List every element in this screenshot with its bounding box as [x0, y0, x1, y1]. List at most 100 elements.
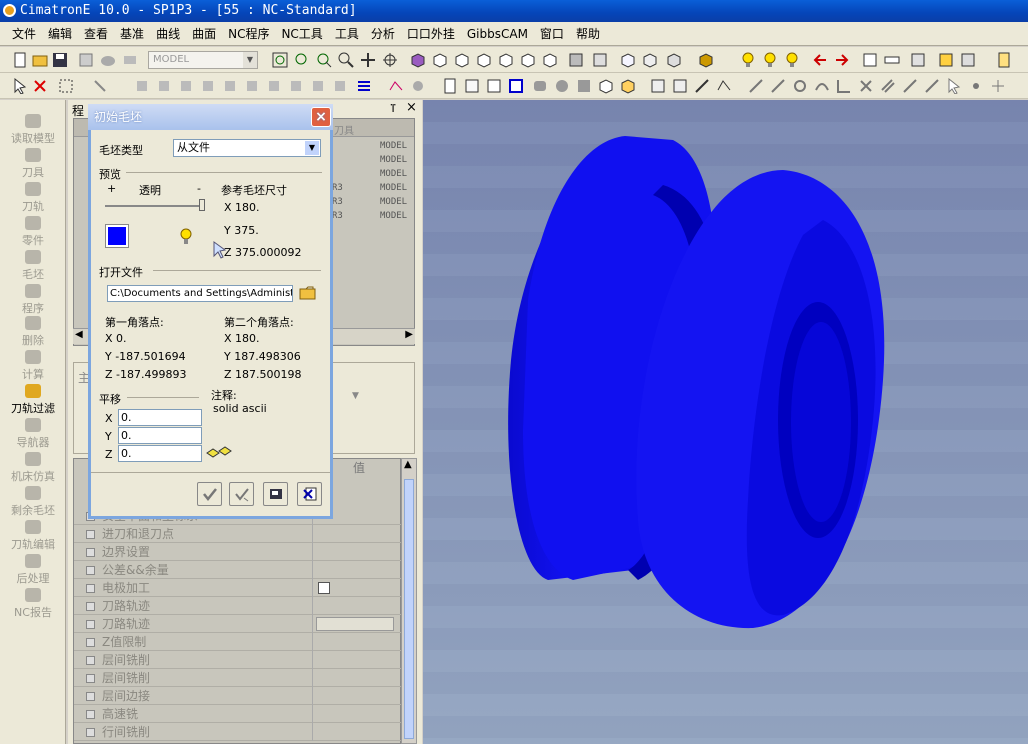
- list-icon[interactable]: [356, 78, 372, 94]
- translate-y-input[interactable]: 0.: [118, 427, 202, 444]
- shape-d-icon[interactable]: [620, 78, 636, 94]
- remaining-stock-item[interactable]: 剩余毛坯: [0, 486, 66, 518]
- grid-icon[interactable]: [78, 52, 94, 68]
- table-row[interactable]: 层间铣削: [74, 669, 402, 687]
- table-row[interactable]: Z值限制: [74, 633, 402, 651]
- grid-b-icon[interactable]: [650, 78, 666, 94]
- cursor-icon[interactable]: [12, 78, 28, 94]
- tool-h-icon[interactable]: [288, 78, 304, 94]
- line-icon[interactable]: [748, 78, 764, 94]
- tool-d-icon[interactable]: [200, 78, 216, 94]
- read-model-item[interactable]: 读取模型: [0, 114, 66, 146]
- select-filter-icon[interactable]: [938, 52, 954, 68]
- layer-icon[interactable]: [862, 52, 878, 68]
- view-bottom-icon[interactable]: [542, 52, 558, 68]
- stock-type-select[interactable]: 从文件 ▼: [173, 139, 321, 157]
- menu-gibbscam[interactable]: GibbsCAM: [461, 22, 534, 46]
- view-left-icon[interactable]: [498, 52, 514, 68]
- expand-icon[interactable]: [86, 656, 95, 665]
- zoom-window-icon[interactable]: [272, 52, 288, 68]
- scroll-up-icon[interactable]: ▲: [404, 459, 412, 470]
- panel-icon[interactable]: [508, 78, 524, 94]
- file-path-input[interactable]: C:\Documents and Settings\Administra: [107, 285, 293, 302]
- cancel-button[interactable]: [297, 482, 322, 506]
- open-folder-icon[interactable]: [299, 285, 317, 301]
- select-arrow-icon[interactable]: [946, 78, 962, 94]
- light-bulb-icon[interactable]: [179, 228, 193, 246]
- table-row[interactable]: 公差&&余量: [74, 561, 402, 579]
- expand-icon[interactable]: [86, 728, 95, 737]
- toolpath-filter-item[interactable]: 刀轨过滤: [0, 384, 66, 416]
- tool-g-icon[interactable]: [266, 78, 282, 94]
- menu-edit[interactable]: 编辑: [42, 22, 78, 46]
- zoom-icon[interactable]: [338, 52, 354, 68]
- chevron-down-icon[interactable]: ▼: [352, 391, 359, 401]
- render-edges-icon[interactable]: [592, 52, 608, 68]
- transparency-slider[interactable]: [105, 205, 205, 207]
- new-file-icon[interactable]: [12, 52, 28, 68]
- fillet-icon[interactable]: [836, 78, 852, 94]
- light-bulb-off-icon[interactable]: [784, 52, 800, 68]
- table-row[interactable]: 高速铣: [74, 705, 402, 723]
- menu-nc-program[interactable]: NC程序: [222, 22, 275, 46]
- translate-z-input[interactable]: 0.: [118, 445, 202, 462]
- table-row[interactable]: 行间铣削: [74, 723, 402, 741]
- display-icon[interactable]: [960, 52, 976, 68]
- table-icon[interactable]: [486, 78, 502, 94]
- menu-curve[interactable]: 曲线: [150, 22, 186, 46]
- table-row[interactable]: 进刀和退刀点: [74, 525, 402, 543]
- xyz-icon[interactable]: [990, 78, 1006, 94]
- sketch-icon[interactable]: [694, 78, 710, 94]
- procedure-item[interactable]: 程序: [0, 284, 66, 316]
- light-bulb-on-icon[interactable]: [762, 52, 778, 68]
- expand-icon[interactable]: [86, 566, 95, 575]
- shape-c-icon[interactable]: [598, 78, 614, 94]
- expand-icon[interactable]: [86, 548, 95, 557]
- menu-window[interactable]: 窗口: [534, 22, 570, 46]
- electrode-checkbox[interactable]: [318, 582, 330, 594]
- toolpath-value-box[interactable]: [316, 617, 394, 631]
- circle-icon[interactable]: [792, 78, 808, 94]
- navigator-item[interactable]: 导航器: [0, 418, 66, 450]
- arrow-left-icon[interactable]: [812, 52, 828, 68]
- toolpath-edit-item[interactable]: 刀轨编辑: [0, 520, 66, 552]
- expand-icon[interactable]: [86, 692, 95, 701]
- tool-f-icon[interactable]: [244, 78, 260, 94]
- grid-c-icon[interactable]: [672, 78, 688, 94]
- menu-datum[interactable]: 基准: [114, 22, 150, 46]
- section-icon[interactable]: [698, 52, 714, 68]
- ok-button[interactable]: [197, 482, 222, 506]
- table-row[interactable]: 刀路轨迹: [74, 615, 402, 633]
- open-folder-icon[interactable]: [32, 52, 48, 68]
- expand-icon[interactable]: [86, 638, 95, 647]
- expand-icon[interactable]: [86, 620, 95, 629]
- close-icon[interactable]: ×: [311, 107, 331, 127]
- apply-button[interactable]: [229, 482, 254, 506]
- close-icon[interactable]: ×: [406, 100, 417, 115]
- 3d-viewport[interactable]: [423, 100, 1028, 744]
- sphere-icon[interactable]: [554, 78, 570, 94]
- tool-i-icon[interactable]: [310, 78, 326, 94]
- line-b-icon[interactable]: [770, 78, 786, 94]
- pick-icon[interactable]: [92, 78, 108, 94]
- table-row[interactable]: 层间铣削: [74, 651, 402, 669]
- scroll-right-icon[interactable]: ▶: [405, 329, 413, 340]
- mask-icon[interactable]: [122, 52, 138, 68]
- model-combo[interactable]: MODEL ▼: [148, 51, 258, 69]
- menu-plugin[interactable]: 口口外挂: [401, 22, 461, 46]
- scroll-thumb[interactable]: [404, 479, 414, 739]
- measure-icon[interactable]: [924, 78, 940, 94]
- view-iso-icon[interactable]: [410, 52, 426, 68]
- doc-icon[interactable]: [442, 78, 458, 94]
- scroll-left-icon[interactable]: ◀: [75, 329, 83, 340]
- calc-icon[interactable]: [464, 78, 480, 94]
- tool-c-icon[interactable]: [178, 78, 194, 94]
- delete-item[interactable]: 删除: [0, 316, 66, 348]
- pan-icon[interactable]: [360, 52, 376, 68]
- tool-b-icon[interactable]: [156, 78, 172, 94]
- translate-x-input[interactable]: 0.: [118, 409, 202, 426]
- delete-icon[interactable]: [32, 78, 48, 94]
- expand-icon[interactable]: [86, 710, 95, 719]
- save-icon[interactable]: [52, 52, 68, 68]
- expand-icon[interactable]: [86, 584, 95, 593]
